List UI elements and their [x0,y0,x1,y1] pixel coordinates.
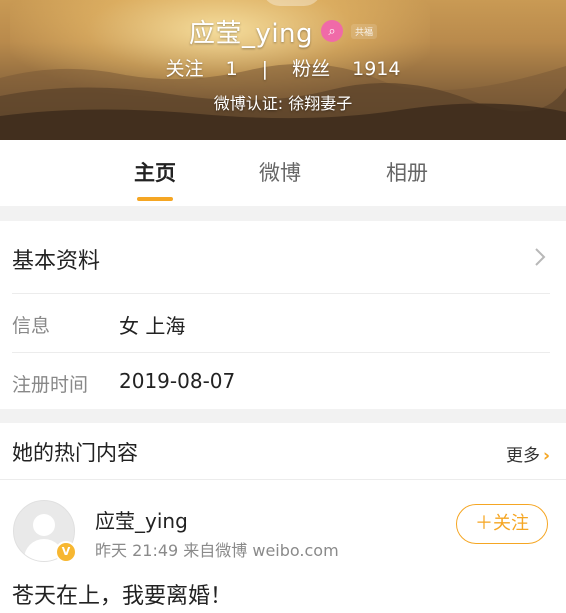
hot-content-title: 她的热门内容 [12,441,138,465]
registration-date: 2019-08-07 [119,369,236,393]
hot-content-header: 她的热门内容 更多 › [0,423,566,479]
registration-label: 注册时间 [12,374,89,396]
info-row-registration: 注册时间 2019-08-07 [0,353,566,411]
info-value: 女 上海 [119,314,186,338]
profile-name-row: 应莹_ying ⌕ 共福 [0,14,566,49]
following-count: 1 [225,58,238,80]
section-gap [0,409,566,423]
verification-text: 微博认证: 徐翔妻子 [213,94,353,113]
chevron-right-icon [534,247,546,273]
more-link[interactable]: 更多 › [506,441,550,466]
followers-label: 粉丝 [292,58,331,80]
tab-weibo[interactable]: 微博 [240,140,320,206]
info-label: 信息 [12,315,51,337]
tab-album[interactable]: 相册 [367,140,447,206]
section-gap [0,206,566,221]
profile-tabs: 主页 微博 相册 [0,140,566,206]
follow-button[interactable]: ＋关注 [456,504,548,544]
chevron-right-icon: › [542,446,550,466]
divider [0,479,566,480]
active-tab-indicator [137,197,173,201]
more-label: 更多 [505,446,540,466]
post-author-name[interactable]: 应莹_ying [95,505,188,534]
verified-icon: V [55,541,77,563]
following-label: 关注 [165,58,204,80]
basic-info-header[interactable]: 基本资料 [0,221,566,293]
followers-count: 1914 [352,58,401,80]
followers-stat[interactable]: 粉丝 1914 [284,58,408,80]
avatar-head-shape [33,514,55,536]
post-text[interactable]: 苍天在上，我要离婚！ [12,578,232,610]
post-meta: 昨天 21:49 来自微博 weibo.com [95,541,339,560]
level-tag: 共福 [351,23,378,39]
profile-stats: 关注 1 | 粉丝 1914 [0,54,566,81]
profile-name: 应莹_ying [188,18,314,49]
info-row-gender-location: 信息 女 上海 [0,294,566,352]
stats-separator: | [261,58,269,80]
vip-magnifier-icon[interactable]: ⌕ [321,20,344,42]
following-stat[interactable]: 关注 1 [158,58,246,80]
basic-info-title: 基本资料 [12,249,101,274]
profile-cover: 应莹_ying ⌕ 共福 关注 1 | 粉丝 1914 微博认证: 徐翔妻子 [0,0,566,140]
